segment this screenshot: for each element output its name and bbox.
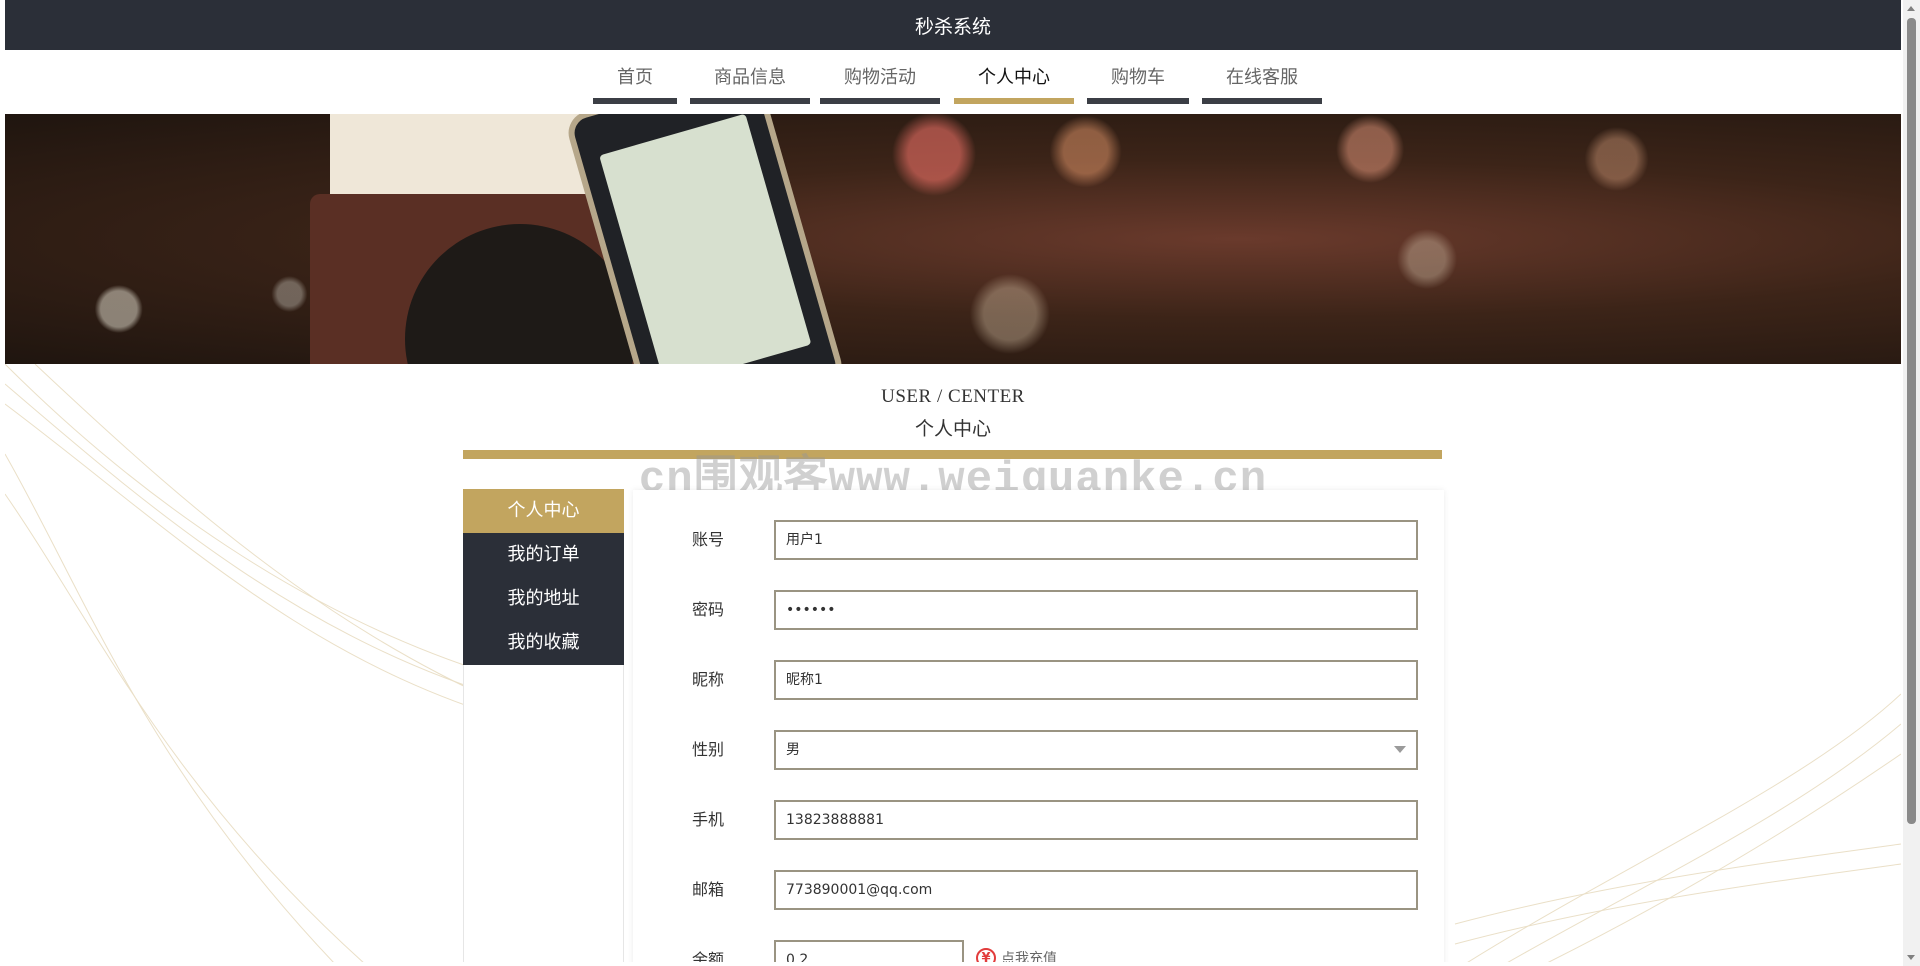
email-label: 邮箱 bbox=[692, 880, 725, 899]
nav-item-user-center[interactable]: 个人中心 bbox=[954, 64, 1074, 104]
app-title-bar: 秒杀系统 bbox=[5, 0, 1901, 50]
page: 秒杀系统 首页 商品信息 购物活动 个人中心 购物车 在线客服 USER / C… bbox=[5, 0, 1901, 962]
form-row-account: 账号 用户1 bbox=[633, 520, 1444, 560]
balance-label: 余额 bbox=[692, 950, 725, 962]
nav-label: 首页 bbox=[617, 67, 653, 88]
sidebar-panel bbox=[463, 665, 624, 962]
nav-label: 购物活动 bbox=[844, 67, 916, 88]
gender-select[interactable]: 男 bbox=[774, 730, 1418, 770]
nav-item-cart[interactable]: 购物车 bbox=[1087, 64, 1189, 104]
sidebar-item-my-orders[interactable]: 我的订单 bbox=[463, 533, 624, 577]
form-row-email: 邮箱 773890001@qq.com bbox=[633, 870, 1444, 910]
nav-underline bbox=[1087, 98, 1189, 104]
nickname-label: 昵称 bbox=[692, 670, 725, 689]
password-input[interactable]: •••••• bbox=[774, 590, 1418, 630]
nav-item-home[interactable]: 首页 bbox=[593, 64, 677, 104]
phone-label: 手机 bbox=[692, 810, 725, 829]
gender-label: 性别 bbox=[692, 740, 725, 759]
phone-screen-image bbox=[599, 114, 812, 364]
nav-item-products[interactable]: 商品信息 bbox=[690, 64, 810, 104]
nav-label: 个人中心 bbox=[978, 67, 1050, 88]
email-input[interactable]: 773890001@qq.com bbox=[774, 870, 1418, 910]
sidebar-item-my-addresses[interactable]: 我的地址 bbox=[463, 577, 624, 621]
recharge-label: 点我充值 bbox=[1001, 951, 1057, 962]
section-title-cn: 个人中心 bbox=[914, 419, 991, 440]
section-title-en: USER / CENTER bbox=[881, 386, 1025, 407]
yen-icon: ¥ bbox=[976, 948, 996, 962]
main-nav: 首页 商品信息 购物活动 个人中心 购物车 在线客服 bbox=[5, 50, 1901, 112]
account-label: 账号 bbox=[692, 530, 725, 549]
nav-underline bbox=[593, 98, 677, 104]
nav-underline bbox=[690, 98, 810, 104]
account-input[interactable]: 用户1 bbox=[774, 520, 1418, 560]
form-row-nickname: 昵称 昵称1 bbox=[633, 660, 1444, 700]
sidebar-item-user-center[interactable]: 个人中心 bbox=[463, 489, 624, 533]
form-row-phone: 手机 13823888881 bbox=[633, 800, 1444, 840]
nav-label: 购物车 bbox=[1111, 67, 1165, 88]
recharge-button[interactable]: ¥ 点我充值 bbox=[976, 948, 1057, 962]
nickname-input[interactable]: 昵称1 bbox=[774, 660, 1418, 700]
nav-underline bbox=[820, 98, 940, 104]
nav-label: 商品信息 bbox=[714, 67, 786, 88]
vertical-scrollbar[interactable] bbox=[1903, 0, 1920, 966]
form-row-password: 密码 •••••• bbox=[633, 590, 1444, 630]
user-sidebar: 个人中心 我的订单 我的地址 我的收藏 bbox=[463, 489, 624, 665]
phone-input[interactable]: 13823888881 bbox=[774, 800, 1418, 840]
hero-banner bbox=[5, 114, 1901, 364]
scroll-up-icon[interactable] bbox=[1907, 6, 1915, 11]
scrollbar-thumb[interactable] bbox=[1907, 18, 1916, 824]
sidebar-item-my-favorites[interactable]: 我的收藏 bbox=[463, 621, 624, 665]
balance-input[interactable]: 0.2 bbox=[774, 940, 964, 962]
user-info-form: 账号 用户1 密码 •••••• 昵称 昵称1 性别 男 手机 13823888… bbox=[633, 490, 1444, 962]
nav-underline bbox=[1202, 98, 1322, 104]
chevron-down-icon bbox=[1394, 746, 1406, 753]
scroll-down-icon[interactable] bbox=[1907, 955, 1915, 960]
nav-label: 在线客服 bbox=[1226, 67, 1298, 88]
password-label: 密码 bbox=[692, 600, 725, 619]
app-title: 秒杀系统 bbox=[914, 15, 991, 38]
form-row-gender: 性别 男 bbox=[633, 730, 1444, 770]
nav-item-activities[interactable]: 购物活动 bbox=[820, 64, 940, 104]
nav-underline-active bbox=[954, 98, 1074, 104]
form-row-balance: 余额 0.2 ¥ 点我充值 bbox=[633, 940, 1444, 962]
nav-item-customer-service[interactable]: 在线客服 bbox=[1202, 64, 1322, 104]
gender-value: 男 bbox=[786, 742, 800, 758]
